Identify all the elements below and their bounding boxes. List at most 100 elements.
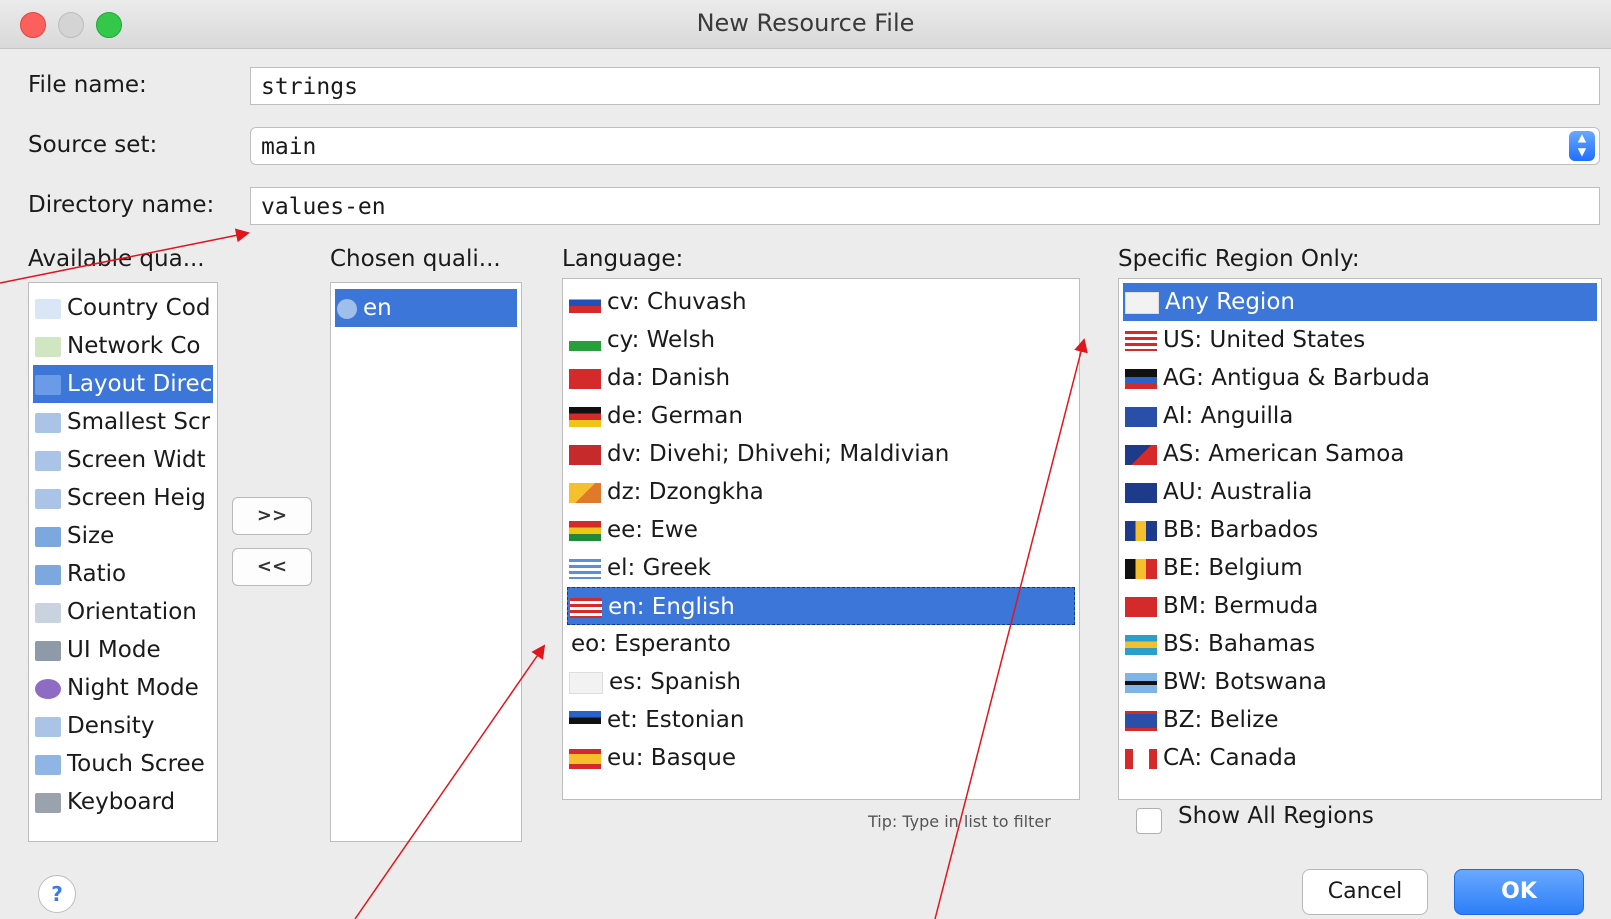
bahamas-flag-icon xyxy=(1125,634,1157,655)
cancel-button[interactable]: Cancel xyxy=(1302,869,1428,915)
danish-flag-icon xyxy=(569,368,601,389)
belize-flag-icon xyxy=(1125,710,1157,731)
show-all-regions-label: Show All Regions xyxy=(1178,803,1374,829)
spain-flag-icon xyxy=(569,748,601,769)
source-set-select[interactable]: main ▲ ▼ xyxy=(250,127,1600,165)
language-list[interactable]: cv: Chuvash cy: Welsh da: Danish de: Ger… xyxy=(562,278,1080,800)
list-item[interactable]: cy: Welsh xyxy=(567,321,1075,359)
list-item[interactable]: AG: Antigua & Barbuda xyxy=(1123,359,1597,397)
available-qualifiers-list[interactable]: Country Cod Network Co Layout Direc Smal… xyxy=(28,282,218,842)
remove-qualifier-button[interactable]: << xyxy=(232,548,312,586)
ghana-flag-icon xyxy=(569,520,601,541)
window-title: New Resource File xyxy=(696,9,915,37)
show-all-regions-checkbox[interactable] xyxy=(1136,808,1162,834)
list-item[interactable]: UI Mode xyxy=(33,631,213,669)
source-set-value: main xyxy=(261,134,317,160)
night-mode-icon xyxy=(35,678,61,699)
list-item[interactable]: US: United States xyxy=(1123,321,1597,359)
list-item[interactable]: en xyxy=(335,289,517,327)
barbados-flag-icon xyxy=(1125,520,1157,541)
anguilla-flag-icon xyxy=(1125,406,1157,427)
ratio-icon xyxy=(35,564,61,585)
list-item[interactable]: Touch Scree xyxy=(33,745,213,783)
german-flag-icon xyxy=(569,406,601,427)
estonia-flag-icon xyxy=(569,710,601,731)
chuvash-flag-icon xyxy=(569,292,601,313)
density-icon xyxy=(35,716,61,737)
new-resource-file-dialog: New Resource File File name: strings Sou… xyxy=(0,0,1611,919)
list-item[interactable]: Network Co xyxy=(33,327,213,365)
list-item[interactable]: BZ: Belize xyxy=(1123,701,1597,739)
list-item[interactable]: BS: Bahamas xyxy=(1123,625,1597,663)
list-item[interactable]: Size xyxy=(33,517,213,555)
chevron-updown-icon[interactable]: ▲ ▼ xyxy=(1569,131,1595,161)
list-item[interactable]: Country Cod xyxy=(33,289,213,327)
australia-flag-icon xyxy=(1125,482,1157,503)
list-item[interactable]: en: English xyxy=(567,587,1075,625)
directory-name-label: Directory name: xyxy=(28,192,215,218)
ok-button[interactable]: OK xyxy=(1454,869,1584,915)
directory-name-field[interactable]: values-en xyxy=(250,187,1600,225)
list-item[interactable]: AU: Australia xyxy=(1123,473,1597,511)
list-item[interactable]: cv: Chuvash xyxy=(567,283,1075,321)
available-qualifiers-header: Available qua... xyxy=(28,246,205,272)
list-item[interactable]: BM: Bermuda xyxy=(1123,587,1597,625)
network-code-icon xyxy=(35,336,61,357)
chosen-qualifiers-header: Chosen quali... xyxy=(330,246,501,272)
us-flag-icon xyxy=(1125,330,1157,351)
size-icon xyxy=(35,526,61,547)
bhutan-flag-icon xyxy=(569,482,601,503)
touch-screen-icon xyxy=(35,754,61,775)
specific-region-header: Specific Region Only: xyxy=(1118,246,1360,272)
globe-icon xyxy=(337,298,357,319)
list-item[interactable]: AS: American Samoa xyxy=(1123,435,1597,473)
list-item[interactable]: Orientation xyxy=(33,593,213,631)
region-list[interactable]: Any Region US: United States AG: Antigua… xyxy=(1118,278,1602,800)
list-item[interactable]: CA: Canada xyxy=(1123,739,1597,777)
list-item[interactable]: Screen Widt xyxy=(33,441,213,479)
list-item[interactable]: BE: Belgium xyxy=(1123,549,1597,587)
list-item[interactable]: el: Greek xyxy=(567,549,1075,587)
list-item[interactable]: Screen Heig xyxy=(33,479,213,517)
antigua-flag-icon xyxy=(1125,368,1157,389)
help-button[interactable]: ? xyxy=(38,875,76,913)
list-item[interactable]: Layout Direc xyxy=(33,365,213,403)
layout-direction-icon xyxy=(35,374,61,395)
list-item[interactable]: Smallest Scr xyxy=(33,403,213,441)
orientation-icon xyxy=(35,602,61,623)
list-item[interactable]: BW: Botswana xyxy=(1123,663,1597,701)
list-item[interactable]: da: Danish xyxy=(567,359,1075,397)
list-item[interactable]: Ratio xyxy=(33,555,213,593)
belgium-flag-icon xyxy=(1125,558,1157,579)
list-item[interactable]: ee: Ewe xyxy=(567,511,1075,549)
chosen-qualifiers-list[interactable]: en xyxy=(330,282,522,842)
greek-flag-icon xyxy=(569,558,601,579)
list-item[interactable]: Density xyxy=(33,707,213,745)
list-item[interactable]: Night Mode xyxy=(33,669,213,707)
list-item[interactable]: et: Estonian xyxy=(567,701,1075,739)
filter-tip: Tip: Type in list to filter xyxy=(868,812,1051,831)
list-item[interactable]: BB: Barbados xyxy=(1123,511,1597,549)
file-name-label: File name: xyxy=(28,72,147,98)
list-item[interactable]: AI: Anguilla xyxy=(1123,397,1597,435)
blank-flag-icon xyxy=(569,671,603,694)
list-item[interactable]: de: German xyxy=(567,397,1075,435)
list-item[interactable]: Keyboard xyxy=(33,783,213,821)
ui-mode-icon xyxy=(35,640,61,661)
canada-flag-icon xyxy=(1125,748,1157,769)
list-item[interactable]: es: Spanish xyxy=(567,663,1075,701)
screen-width-icon xyxy=(35,450,61,471)
maldives-flag-icon xyxy=(569,444,601,465)
file-name-field[interactable]: strings xyxy=(250,67,1600,105)
smallest-screen-icon xyxy=(35,412,61,433)
list-item[interactable]: dv: Divehi; Dhivehi; Maldivian xyxy=(567,435,1075,473)
botswana-flag-icon xyxy=(1125,672,1157,693)
add-qualifier-button[interactable]: >> xyxy=(232,497,312,535)
american-samoa-flag-icon xyxy=(1125,444,1157,465)
list-item[interactable]: eu: Basque xyxy=(567,739,1075,777)
list-item[interactable]: Any Region xyxy=(1123,283,1597,321)
list-item[interactable]: eo: Esperanto xyxy=(567,625,1075,663)
bermuda-flag-icon xyxy=(1125,596,1157,617)
us-flag-icon xyxy=(570,597,602,618)
list-item[interactable]: dz: Dzongkha xyxy=(567,473,1075,511)
